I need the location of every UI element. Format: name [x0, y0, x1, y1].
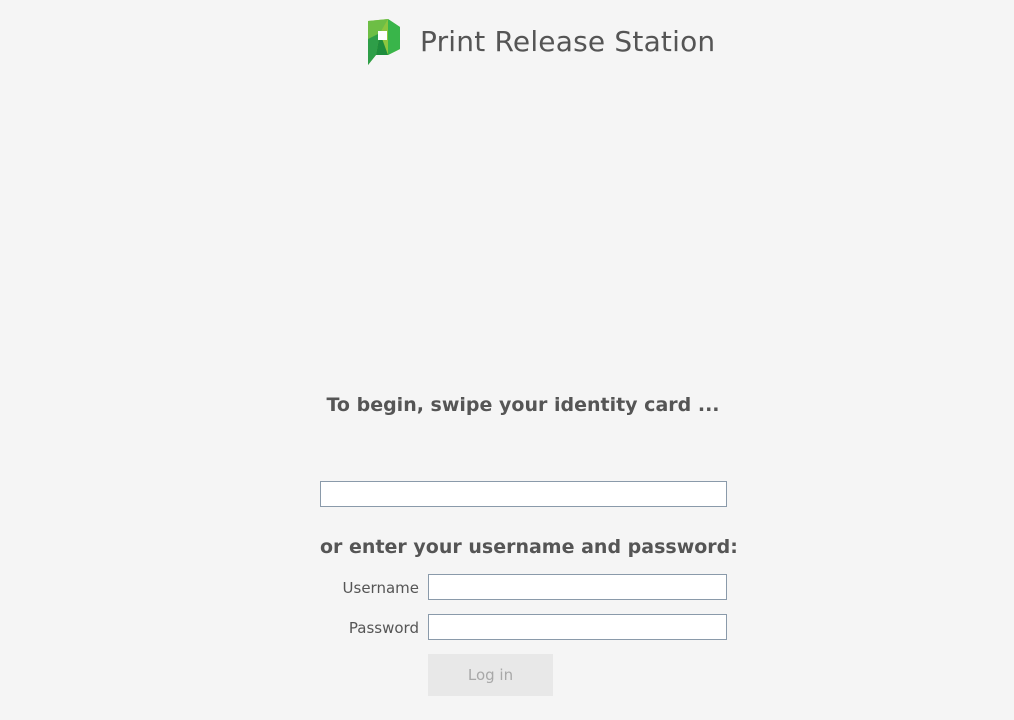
username-field[interactable]	[428, 574, 727, 600]
swipe-card-prompt: To begin, swipe your identity card ...	[326, 394, 720, 416]
papercut-logo-icon	[368, 19, 400, 65]
password-label: Password	[348, 619, 419, 637]
header: Print Release Station	[366, 18, 715, 66]
username-label: Username	[342, 579, 419, 597]
login-button[interactable]: Log in	[428, 654, 553, 696]
card-swipe-input[interactable]	[320, 481, 727, 507]
password-field[interactable]	[428, 614, 727, 640]
login-prompt: or enter your username and password:	[320, 536, 738, 558]
app-title: Print Release Station	[420, 24, 716, 58]
